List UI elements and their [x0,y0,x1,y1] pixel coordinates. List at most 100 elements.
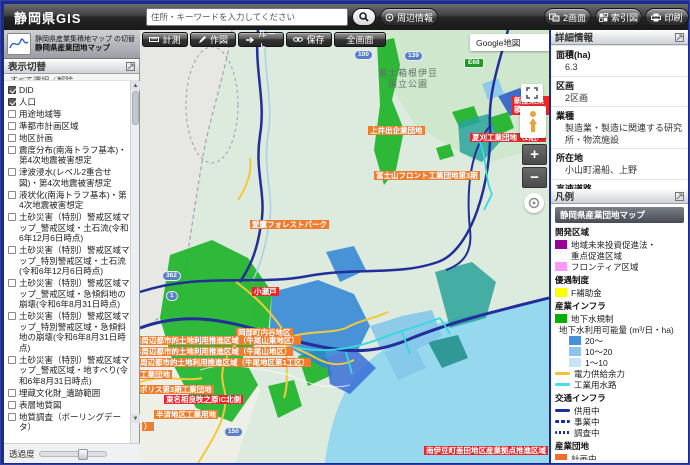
zoom-in-button[interactable]: + [522,144,547,165]
layer-checkbox[interactable] [8,109,16,118]
layer-checkbox[interactable] [8,279,16,287]
grid-icon [599,12,608,22]
layer-checkbox[interactable] [8,121,16,130]
layer-checkbox[interactable] [8,213,16,221]
layer-checkbox[interactable] [8,97,16,106]
layer-item[interactable]: 人口 [8,97,130,108]
zoom-out-button[interactable]: − [522,167,547,188]
collapse-detail-icon[interactable] [675,32,684,42]
layer-item[interactable]: 表層地質図 [8,400,130,411]
nearby-info-button[interactable]: 周辺情報 [380,8,438,26]
measure-button[interactable]: 計測 [142,32,188,47]
save-button[interactable]: 保存 [286,32,332,47]
layer-item[interactable]: 地質調査（ボーリングデータ） [8,412,130,433]
map-site-label[interactable]: 小瀬戸 [252,287,279,297]
scroll-up-icon[interactable]: ▲ [131,81,140,90]
basemap-select[interactable]: Google地図 [470,34,549,51]
layer-checkbox[interactable] [8,388,16,397]
opacity-slider-handle[interactable] [77,448,88,460]
layer-label: 準都市計画区域 [19,120,79,131]
route-button[interactable]: ルート [238,30,284,52]
layer-label: 液状化(南海トラフ基本)・第4次地震被害想定 [19,189,127,211]
draw-button[interactable]: 作図 [190,32,236,47]
layer-item[interactable]: 土砂災害（特別）警戒区域マップ_警戒区域・土石流(令和6年12月6日時点) [8,212,130,244]
legend-sections: 開発区域 地域未来投資促進法・ 重点促進区域 フロンティア区域 優遇制度 F補助金 産業イン… [555,226,684,460]
layer-item[interactable]: 埋蔵文化財_遺跡範囲 [8,388,130,399]
layer-item[interactable]: 用途地域等 [8,109,130,120]
layer-checkbox[interactable] [8,133,16,142]
street-view-pegman[interactable] [520,106,546,138]
legend-swatch [569,347,581,356]
layer-checkbox[interactable] [8,190,16,199]
sidebar-scrollbar[interactable]: ▲ ▼ [130,81,140,443]
legend-item: 事業中 [555,416,684,427]
map-canvas[interactable]: 富士箱根伊豆 国立公園 計測 作図 ルート 保存 全画面 Google地図 + … [140,30,549,463]
two-screen-icon [548,13,560,22]
national-park-label: 富士箱根伊豆 国立公園 [377,68,438,89]
layer-label: 用途地域等 [19,108,62,119]
legend-swatch [555,420,570,423]
layer-item[interactable]: 土砂災害（特別）警戒区域マップ_警戒区域・急傾斜地の崩壊(令和6年8月31日時点… [8,278,130,310]
layer-checkbox[interactable] [8,246,16,254]
layer-checkbox[interactable] [8,412,16,421]
map-switcher[interactable]: 静岡県産業集積地マップ の切替 静岡県産業団地マップ [4,30,140,59]
legend-section-heading: 産業インフラ [555,301,606,311]
map-fullscreen-button[interactable] [521,84,543,102]
sidebar-header: 表示切替 [4,59,139,74]
scrollbar-thumb[interactable] [132,91,139,125]
scroll-down-icon[interactable]: ▼ [131,414,140,423]
map-site-label[interactable]: 愛鷹フォレストパーク [250,220,329,230]
map-site-label[interactable]: 上井出企業団地 [368,126,425,136]
layer-item[interactable]: 土砂災害（特別）警戒区域マップ_特別警戒区域・急傾斜地の崩壊(令和6年8月31日… [8,311,130,353]
layer-checkbox[interactable] [8,85,16,94]
print-button[interactable]: 印刷 [645,8,689,26]
layer-item[interactable]: 地区計画 [8,133,130,144]
map-site-label[interactable]: C周辺都市的土地利用推進区域（牛尾山東地区） [140,336,301,346]
nearby-info-label: 周辺情報 [396,12,433,23]
layer-item[interactable]: DID [8,85,130,96]
legend-item: 1～10 [569,357,684,368]
collapse-legend-icon[interactable] [675,191,684,201]
layer-label: DID [19,84,34,95]
search-input[interactable] [146,8,348,26]
two-screen-button[interactable]: 2画面 [544,8,591,26]
locate-button[interactable] [524,193,544,213]
fullscreen-map-button[interactable]: 全画面 [334,32,386,47]
two-screen-label: 2画面 [562,12,586,23]
legend-swatch [555,409,570,412]
opacity-slider[interactable] [38,448,107,460]
search-button[interactable] [352,8,376,26]
layer-item[interactable]: 液状化(南海トラフ基本)・第4次地震被害想定 [8,190,130,211]
pencil-icon [198,35,207,44]
map-site-label[interactable]: 半済地区工業用地 [154,410,218,420]
map-site-label[interactable]: 工業団地 [140,370,172,380]
layer-item[interactable]: 土砂災害（特別）警戒区域マップ_警戒区域・地すべり(令和6年8月31日時点) [8,355,130,387]
layer-item[interactable]: 準都市計画区域 [8,121,130,132]
layer-item[interactable]: 津波浸水(レベル2重合せ図)・第4次地震被害想定 [8,167,130,188]
layer-checkbox[interactable] [8,355,16,364]
layer-checkbox[interactable] [8,168,16,176]
detail-panel: 詳細情報 面積(ha) 6.3 区画 2区画 業種 製造業・製造に関連する研究所・物流施設… [551,30,688,463]
legend-item: 10～20 [569,346,684,357]
collapse-panel-icon[interactable] [126,61,135,71]
map-site-label[interactable]: 東名相良牧之原IC北側 [164,395,243,405]
map-site-label[interactable]: 富士山フロント工業団地第3期 [374,171,480,181]
layer-item[interactable]: 土砂災害（特別）警戒区域マップ_特別警戒区域・土石流(令和6年12月6日時点) [8,245,130,277]
layer-label: 土砂災害（特別）警戒区域マップ_特別警戒区域・急傾斜地の崩壊(令和6年8月31日… [19,311,130,353]
layer-checkbox[interactable] [8,145,16,154]
map-site-label[interactable]: 南伊豆町差田地区産業拠点推進区域 [424,446,548,456]
map-site-label[interactable]: ） [142,422,154,432]
layer-sidebar: 表示切替 すべて選択／解除 DID 人口 用途地域等 準都市計画区域 地区計画 震度分布(… [4,59,140,463]
map-site-label[interactable]: ポリス第3期工業団地 [140,385,214,395]
legend-item-label: フロンティア区域 [571,261,639,272]
layer-checkbox[interactable] [8,312,16,320]
opacity-label: 透過度 [9,448,35,459]
index-map-button[interactable]: 索引図 [595,8,642,26]
map-site-label[interactable]: C周辺都市的土地利用推進区域（牛尾山地区） [140,347,294,357]
layer-checkbox[interactable] [8,400,16,409]
layer-label: 地区計画 [19,132,54,143]
map-site-label[interactable]: 周辺都市的土地利用推進区域（牛尾地区第1工区） [140,358,312,368]
layer-item[interactable]: 震度分布(南海トラフ基本)・第4次地震被害想定 [8,145,130,166]
field-label: 区画 [551,75,688,93]
legend-item: F補助金 [555,287,684,298]
